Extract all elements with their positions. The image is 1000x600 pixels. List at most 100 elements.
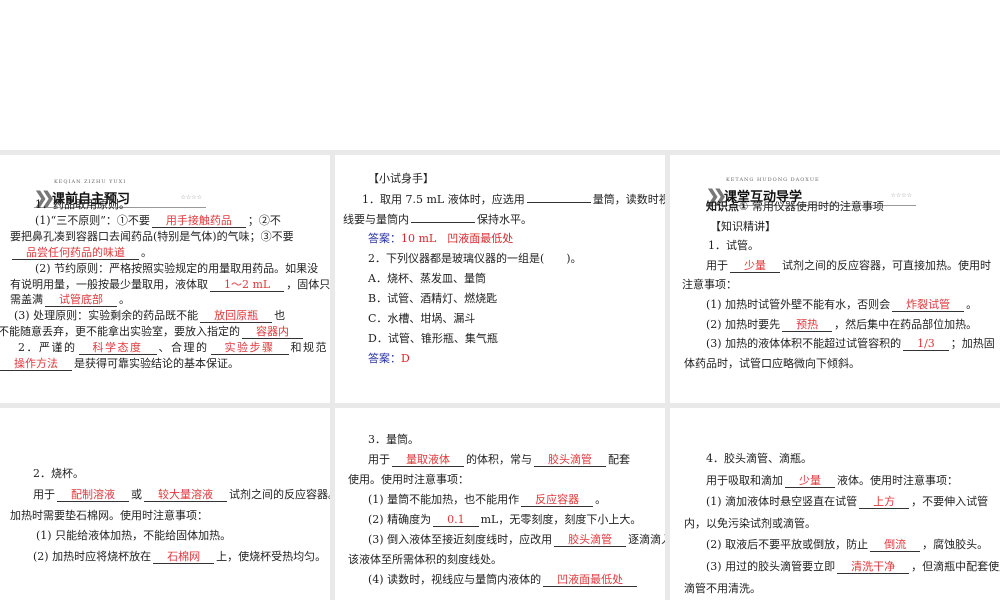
text-line: (1)“三不原则”：①不要 用手接触药品 ；②不 <box>35 213 281 229</box>
answer-blank: 配制溶液 <box>57 488 129 502</box>
text-line: 操作方法 是获得可靠实验结论的基本保证。 <box>0 356 239 372</box>
text: 注意事项： <box>682 278 737 292</box>
empty-blank <box>526 191 591 203</box>
text: 用于 <box>33 487 55 501</box>
answer-blank: 品尝任何药品的味道 <box>12 246 139 260</box>
answer-blank: 1～2 mL <box>210 278 285 292</box>
text: 加热时需要垫石棉网。使用时注意事项： <box>10 508 208 522</box>
text-line: 滴管不用清洗。 <box>684 581 761 597</box>
text: 需盖满 <box>10 293 43 307</box>
answer-blank: 清洗干净 <box>837 560 910 574</box>
text-line: 使用。使用时注意事项： <box>348 472 469 488</box>
answer-blank: 量取液体 <box>392 453 464 467</box>
answer-value: 10 mL 凹液面最低处 <box>401 232 514 245</box>
text-line: 答案：10 mL 凹液面最低处 <box>368 231 513 247</box>
text: 有说明用量，一般按最少量取用，液体取 <box>10 277 208 291</box>
text: 常用仪器使用时的注意事项 <box>748 200 884 213</box>
text: (3) 处理原则：实验剩余的药品既不能 <box>14 309 199 323</box>
text: 、合理的 <box>158 341 209 355</box>
text: (4) 读数时，视线应与量筒内液体的 <box>368 573 542 586</box>
text: 滴管不用清洗。 <box>684 581 761 595</box>
text-line: (2) 加热时要先 预热 ，然后集中在药品部位加热。 <box>706 317 977 333</box>
text: (3) 用过的胶头滴管要立即 <box>706 560 836 573</box>
slide-thumbnail-3[interactable]: ❯❯ KETANG HUDONG DAOXUE 课堂互动导学 ☆☆☆☆ 知识点① 常用仪… <box>670 155 1000 403</box>
text-line: (2) 节约原则：严格按照实验规定的用量取用药品。如果没 <box>35 261 318 277</box>
text-line: 注意事项： <box>682 277 737 293</box>
text-line: (2) 加热时应将烧杯放在 石棉网 上，使烧杯受热均匀。 <box>33 549 326 565</box>
text-line: (3) 用过的胶头滴管要立即清洗干净，但滴瓶中配套使用的 <box>706 559 1000 575</box>
text-line: 不能随意丢弃，更不能拿出实验室，要放入指定的 容器内 <box>0 324 305 340</box>
text: 2．严谨的 <box>18 341 77 355</box>
text: 内，以免污染试剂或滴管。 <box>684 516 816 530</box>
banner-pinyin: KETANG HUDONG DAOXUE <box>726 177 820 183</box>
text: 也 <box>274 309 286 323</box>
text: 2．下列仪器都是玻璃仪器的一组是( )。 <box>368 252 582 265</box>
text: ；加热固 <box>950 337 995 351</box>
text: 。 <box>141 245 152 259</box>
text: 线要与量筒内 <box>343 213 409 226</box>
text-line: 【知识精讲】 <box>710 219 776 235</box>
text-line: 1．试管。 <box>708 238 759 254</box>
text: 用于 <box>706 258 728 272</box>
text: A．烧杯、蒸发皿、量筒 <box>368 272 486 285</box>
text: 要把鼻孔凑到容器口去闻药品(特别是气体)的气味；③不要 <box>10 229 294 243</box>
text: 。 <box>966 298 978 311</box>
text-line: 4．胶头滴管、滴瓶。 <box>706 451 812 467</box>
slide-thumbnail-2[interactable]: 【小试身手】 1．取用 7.5 mL 液体时，应选用 量筒，读数时视 线要与量筒内 保持… <box>335 155 665 403</box>
text: B．试管、酒精灯、燃烧匙 <box>368 292 498 305</box>
text-line: (3) 倒入液体至接近刻度线时，应改用胶头滴管逐滴滴入 <box>368 532 665 548</box>
text-line: 线要与量筒内 保持水平。 <box>343 211 532 227</box>
text: ，腐蚀胶头。 <box>922 538 989 552</box>
text: 3．量筒。 <box>368 433 419 446</box>
text-line: (3) 处理原则：实验剩余的药品既不能 放回原瓶也 <box>14 308 285 324</box>
banner-stars: ☆☆☆☆ <box>890 192 912 199</box>
answer-blank: 实验步骤 <box>210 341 289 356</box>
text: (2) 节约原则：严格按照实验规定的用量取用药品。如果没 <box>35 261 319 275</box>
text: 逐滴滴入 <box>628 533 665 546</box>
answer-blank: 倒流 <box>870 538 921 553</box>
text: 。 <box>119 293 130 307</box>
text-line: 2．下列仪器都是玻璃仪器的一组是( )。 <box>368 251 582 267</box>
text: 【小试身手】 <box>368 172 434 185</box>
text: 1．药品取用原则。 <box>35 198 130 211</box>
text-line: 用于吸取和滴加 少量 液体。使用时注意事项： <box>706 473 958 489</box>
answer-label: 答案： <box>368 352 401 365</box>
text: 4．胶头滴管、滴瓶。 <box>706 452 812 465</box>
text: 。 <box>595 493 607 506</box>
text: ，固体只 <box>286 277 330 291</box>
text: ，然后集中在药品部位加热。 <box>834 317 978 331</box>
text: 1．取用 7.5 mL 液体时，应选用 <box>362 193 525 206</box>
slide-thumbnail-1[interactable]: ❯❯ KEQIAN ZIZHU YUXI 课前自主预习 ☆☆☆☆ 1．药品取用原则。 (1… <box>0 155 330 403</box>
text: 试剂之间的反应容器。 <box>229 487 330 501</box>
text-line: 用于 少量 试剂之间的反应容器，可直接加热。使用时 <box>706 258 991 274</box>
slide-thumbnail-5[interactable]: 3．量筒。 用于 量取液体 的体积，常与 胶头滴管 配套 使用。使用时注意事项： (1) 量筒… <box>335 408 665 600</box>
answer-blank: 较大量溶液 <box>144 488 227 502</box>
text: (2) 精确度为 <box>368 513 432 526</box>
text-line: 【小试身手】 <box>368 171 434 187</box>
slide-thumbnail-4[interactable]: 2．烧杯。 用于 配制溶液或较大量溶液 试剂之间的反应容器。 加热时需要垫石棉网。使用时… <box>0 408 330 600</box>
text: (1) 加热时试管外壁不能有水，否则会 <box>706 298 891 311</box>
text-line: 3．量筒。 <box>368 432 419 448</box>
text: 该液体至所需体积的刻度线处。 <box>348 553 502 566</box>
text-line: 该液体至所需体积的刻度线处。 <box>348 552 502 568</box>
text: 和规范 <box>290 341 328 355</box>
text: 用于 <box>368 453 390 466</box>
banner-pinyin: KEQIAN ZIZHU YUXI <box>54 179 127 185</box>
answer-blank: 试管底部 <box>45 293 117 308</box>
text: (1) 量筒不能加热，也不能用作 <box>368 493 520 506</box>
text: 配套 <box>608 453 630 466</box>
answer-blank: 凹液面最低处 <box>543 573 638 587</box>
text-line: (2) 取液后不要平放或倒放，防止 倒流 ，腐蚀胶头。 <box>706 537 988 553</box>
text: (1) 滴加液体时悬空竖直在试管 <box>706 495 858 509</box>
text-line: (1) 滴加液体时悬空竖直在试管 上方 ，不要伸入试管 <box>706 494 988 510</box>
text-line: 2．烧杯。 <box>33 466 84 482</box>
text-line: (3) 加热的液体体积不能超过试管容积的 1/3 ；加热固 <box>706 336 995 352</box>
text: (1) 只能给液体加热，不能给固体加热。 <box>36 529 232 543</box>
text-line: 要把鼻孔凑到容器口去闻药品(特别是气体)的气味；③不要 <box>10 229 294 245</box>
text-line: (1) 只能给液体加热，不能给固体加热。 <box>36 528 231 544</box>
text: C．水槽、坩埚、漏斗 <box>368 312 476 325</box>
answer-blank: 操作方法 <box>0 357 72 371</box>
slide-thumbnail-6[interactable]: 4．胶头滴管、滴瓶。用于吸取和滴加 少量 液体。使用时注意事项： (1) 滴加液体时悬… <box>670 408 1000 600</box>
text-line: B．试管、酒精灯、燃烧匙 <box>368 291 497 307</box>
text: 液体。使用时注意事项： <box>837 473 958 487</box>
